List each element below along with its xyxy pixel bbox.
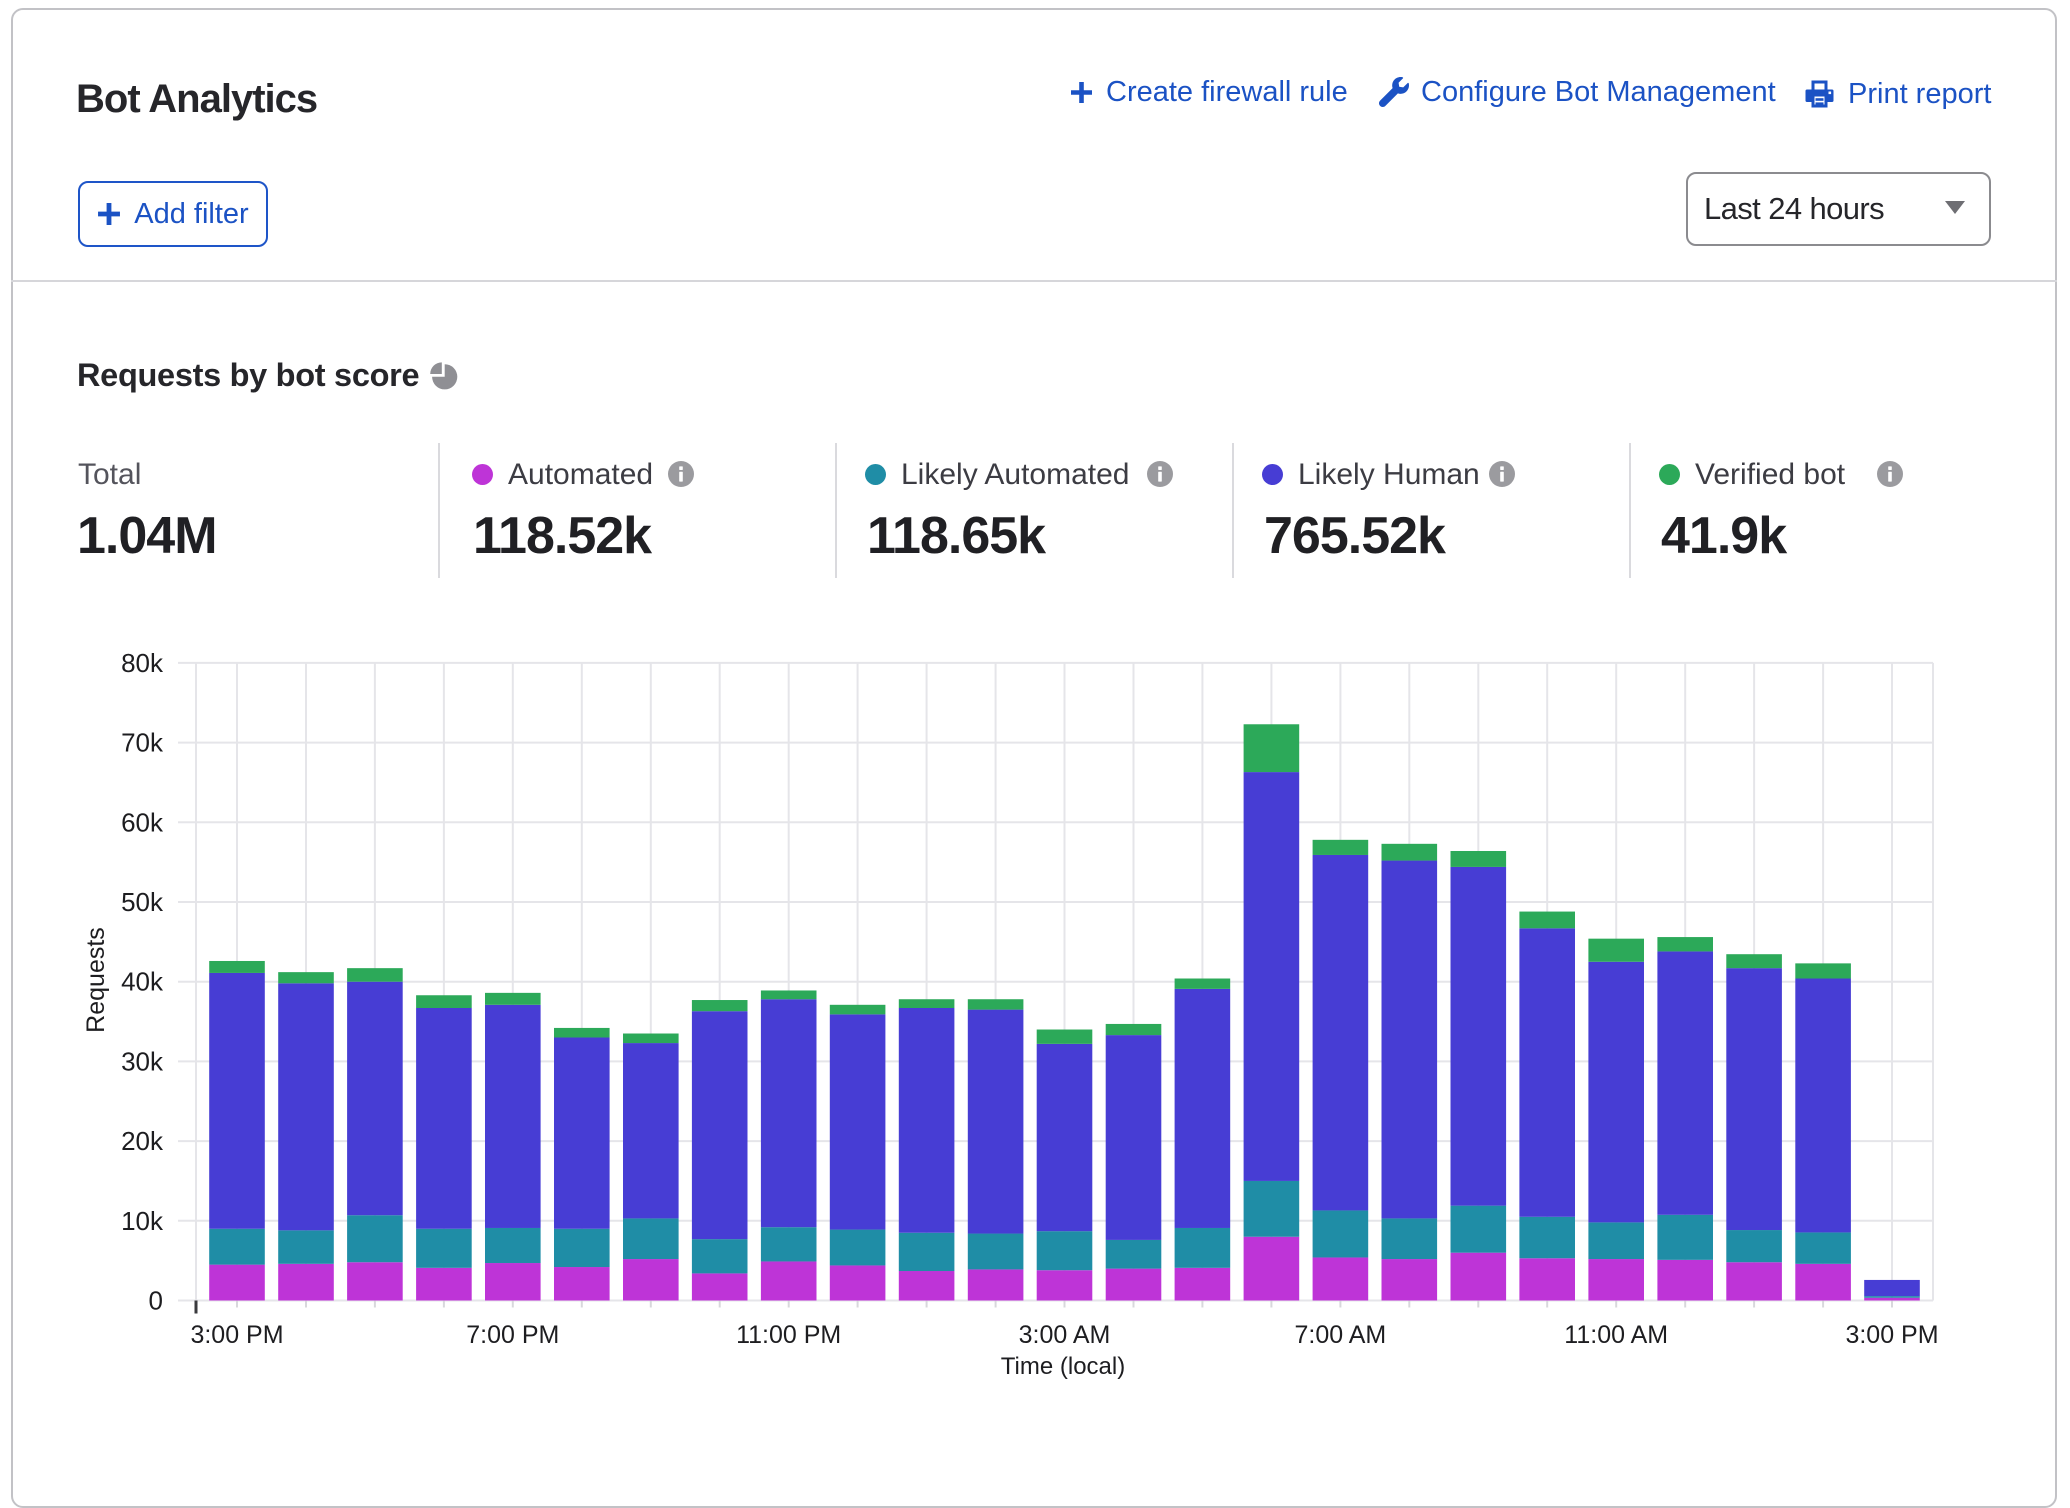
svg-text:50k: 50k [121, 887, 164, 917]
svg-text:10k: 10k [121, 1206, 164, 1236]
svg-text:11:00 PM: 11:00 PM [736, 1321, 841, 1349]
svg-text:60k: 60k [121, 807, 164, 837]
svg-text:70k: 70k [121, 728, 164, 758]
svg-text:3:00 PM: 3:00 PM [1845, 1321, 1938, 1349]
svg-text:40k: 40k [121, 967, 164, 997]
svg-text:3:00 PM: 3:00 PM [190, 1321, 283, 1349]
svg-text:20k: 20k [121, 1126, 164, 1156]
svg-text:7:00 PM: 7:00 PM [466, 1321, 559, 1349]
svg-text:7:00 AM: 7:00 AM [1295, 1321, 1387, 1349]
svg-text:Time (local): Time (local) [1001, 1353, 1125, 1380]
svg-text:80k: 80k [121, 648, 164, 678]
svg-text:30k: 30k [121, 1046, 164, 1076]
svg-text:0: 0 [149, 1286, 163, 1316]
svg-text:3:00 AM: 3:00 AM [1019, 1321, 1111, 1349]
svg-text:Requests: Requests [82, 927, 110, 1033]
svg-text:11:00 AM: 11:00 AM [1564, 1321, 1668, 1349]
